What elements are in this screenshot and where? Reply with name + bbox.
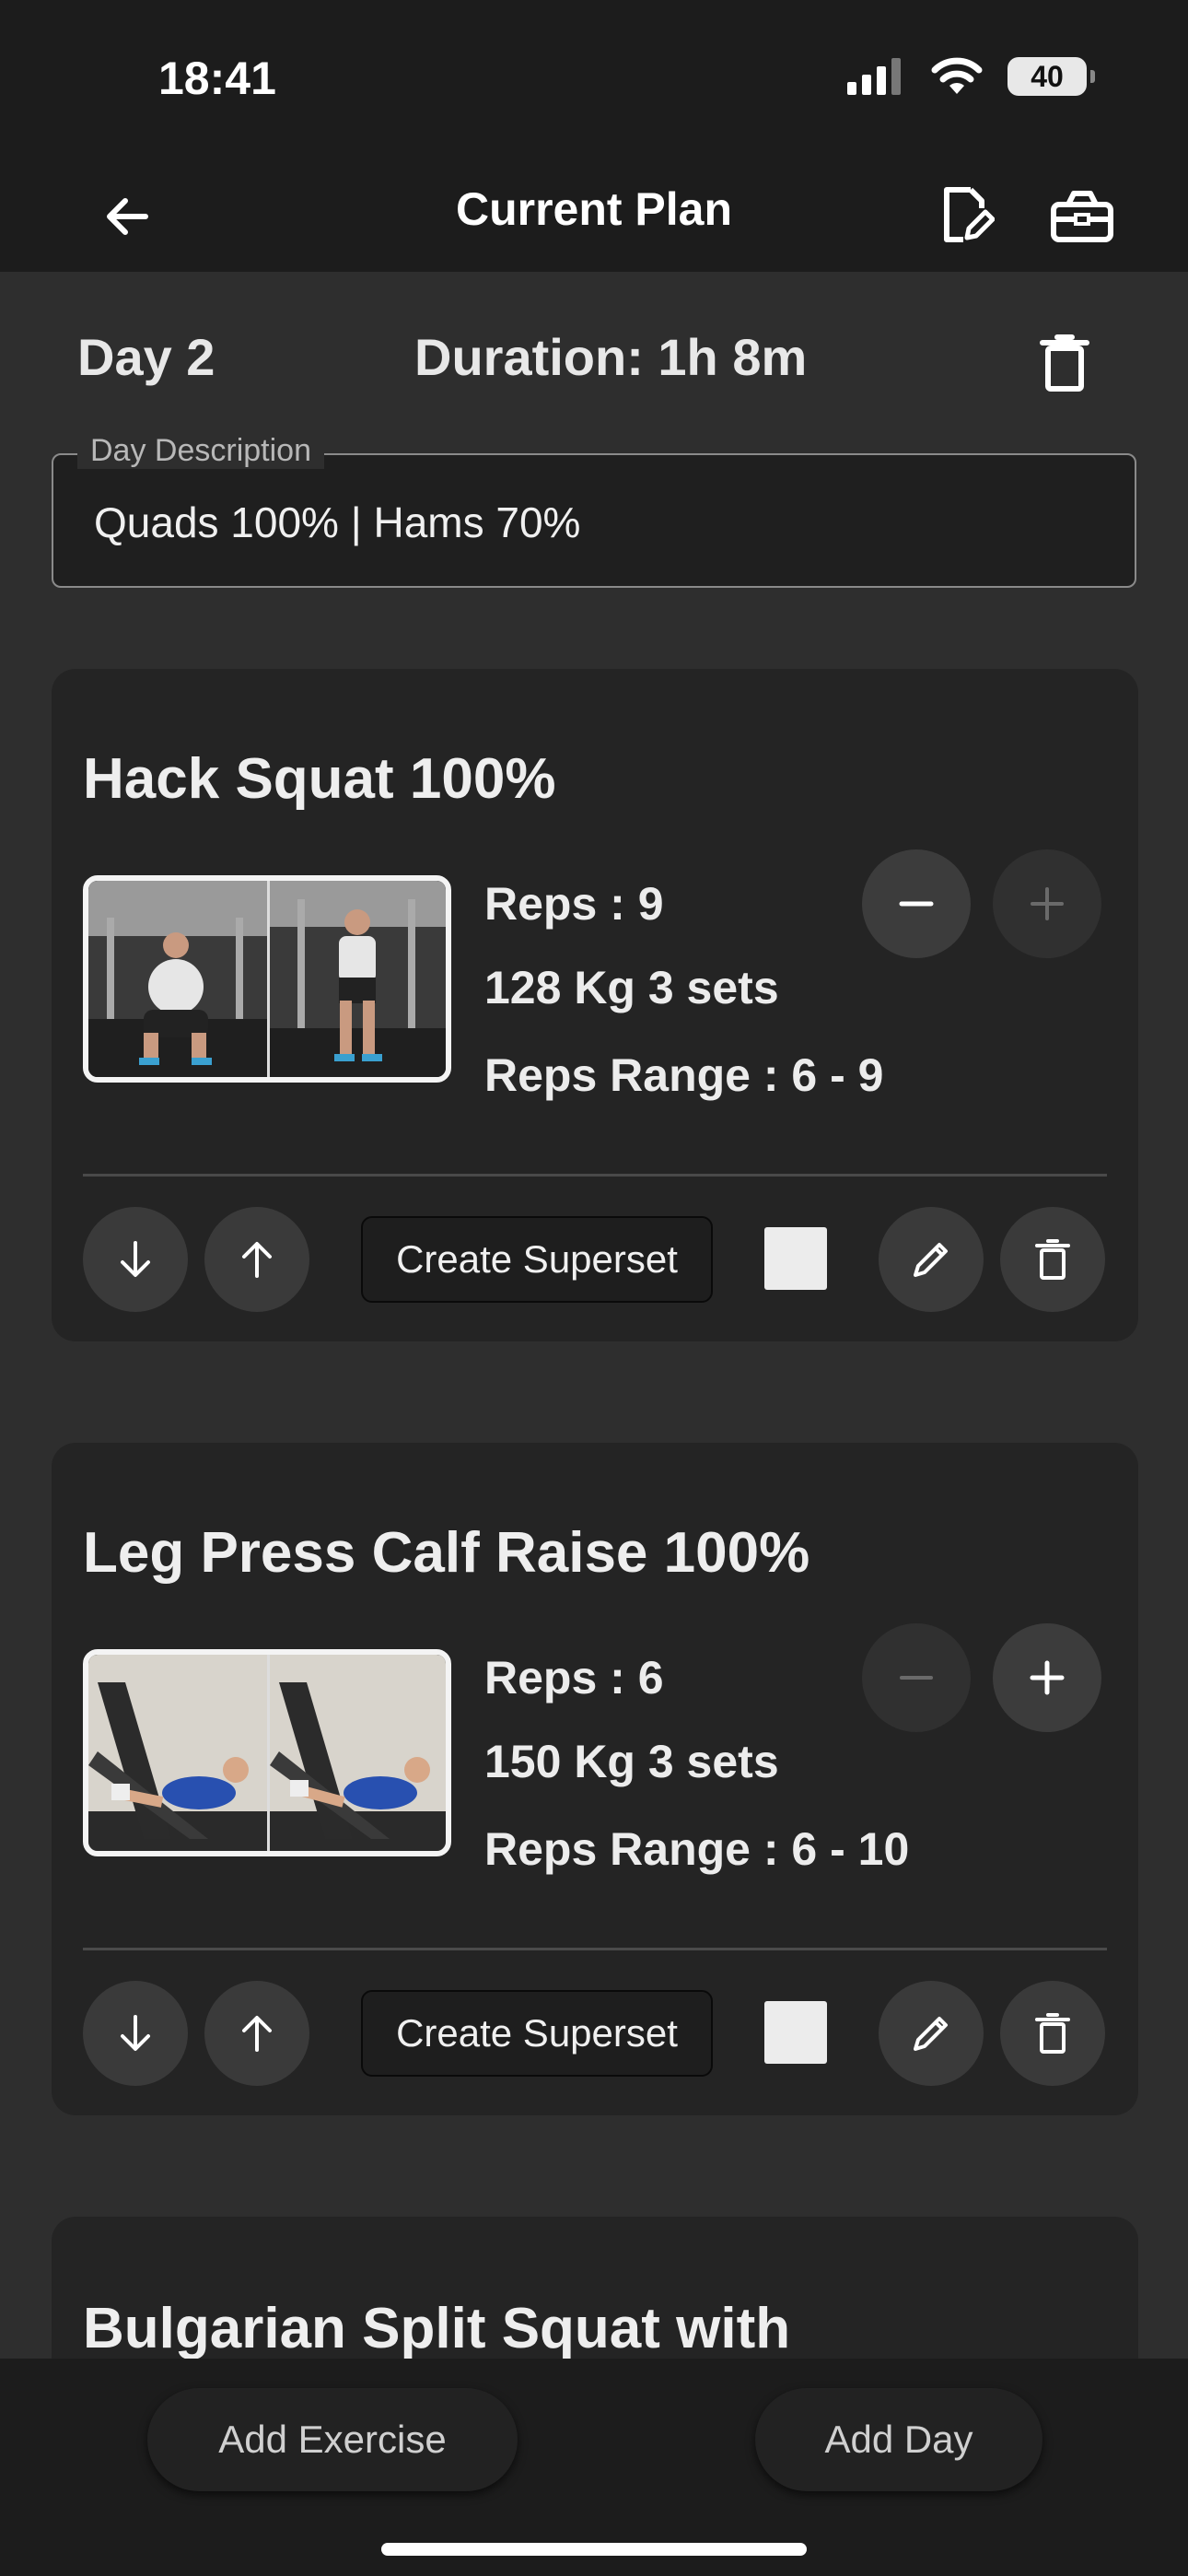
- exercise-image-end: [267, 1655, 446, 1851]
- exercise-title: Hack Squat 100%: [83, 747, 556, 811]
- edit-exercise-button[interactable]: [879, 1207, 984, 1312]
- arrow-up-icon: [242, 1242, 272, 1278]
- card-divider: [83, 1948, 1107, 1950]
- battery-indicator: 40: [1007, 57, 1095, 96]
- decrease-reps-button[interactable]: [862, 849, 971, 958]
- signal-icon: [847, 58, 901, 95]
- day-description-value[interactable]: Quads 100% | Hams 70%: [94, 498, 580, 547]
- home-indicator: [381, 2543, 807, 2556]
- plus-icon: [1031, 887, 1064, 920]
- exercise-reps-range: Reps Range : 6 - 9: [484, 1049, 884, 1101]
- day-duration: Duration: 1h 8m: [414, 328, 808, 386]
- status-icons: 40: [847, 57, 1095, 96]
- trash-icon: [1035, 2013, 1070, 2054]
- edit-exercise-button[interactable]: [879, 1981, 984, 2086]
- create-superset-button[interactable]: Create Superset: [361, 1216, 713, 1303]
- move-up-button[interactable]: [204, 1981, 309, 2086]
- add-exercise-button[interactable]: Add Exercise: [147, 2388, 518, 2491]
- exercise-card: Leg Press Calf Raise 100% Reps: 6 150 K…: [52, 1443, 1138, 2115]
- exercise-thumbnail[interactable]: [83, 875, 451, 1083]
- exercise-reps: Reps : 9: [484, 878, 664, 930]
- exercise-weight-sets: 128 Kg 3 sets: [484, 962, 779, 1013]
- exercise-title: Bulgarian Split Squat with: [83, 2297, 791, 2360]
- page-title: Current Plan: [455, 183, 733, 235]
- move-down-button[interactable]: [83, 1981, 188, 2086]
- trash-icon: [1035, 1239, 1070, 1280]
- exercise-image-end: [267, 881, 446, 1077]
- minus-icon: [899, 901, 934, 907]
- card-divider: [83, 1174, 1107, 1177]
- delete-exercise-button[interactable]: [1000, 1207, 1105, 1312]
- pencil-icon: [914, 2017, 948, 2051]
- arrow-down-icon: [121, 1241, 150, 1277]
- move-up-button[interactable]: [204, 1207, 309, 1312]
- wifi-icon: [931, 57, 983, 94]
- edit-document-icon[interactable]: [939, 184, 995, 245]
- top-bar: 18:41 40 Current Plan: [0, 0, 1188, 272]
- status-time: 18:41: [158, 53, 276, 104]
- create-superset-button[interactable]: Create Superset: [361, 1990, 713, 2077]
- increase-reps-button[interactable]: [993, 1623, 1101, 1732]
- exercise-title: Leg Press Calf Raise 100%: [83, 1521, 810, 1585]
- minus-icon: [900, 1676, 933, 1680]
- exercise-image-start: [88, 881, 267, 1077]
- arrow-down-icon: [121, 2015, 150, 2051]
- exercise-reps: Reps : 6: [484, 1652, 664, 1704]
- superset-checkbox[interactable]: [764, 1227, 827, 1290]
- increase-reps-button[interactable]: [993, 849, 1101, 958]
- exercise-reps-range: Reps Range : 6 - 10: [484, 1823, 910, 1875]
- toolbox-icon[interactable]: [1050, 188, 1114, 243]
- delete-exercise-button[interactable]: [1000, 1981, 1105, 2086]
- exercise-image-start: [88, 1655, 267, 1851]
- decrease-reps-button[interactable]: [862, 1623, 971, 1732]
- add-day-button[interactable]: Add Day: [755, 2388, 1042, 2491]
- pencil-icon: [914, 1243, 948, 1277]
- exercise-weight-sets: 150 Kg 3 sets: [484, 1736, 779, 1787]
- delete-day-trash-icon[interactable]: [1039, 334, 1090, 392]
- day-label: Day 2: [77, 328, 215, 386]
- day-description-label: Day Description: [77, 433, 324, 469]
- exercise-card: Hack Squat 100% Reps: 9 128 Kg 3 sets R…: [52, 669, 1138, 1341]
- arrow-up-icon: [242, 2016, 272, 2052]
- plus-icon: [1030, 1660, 1065, 1695]
- superset-checkbox[interactable]: [764, 2001, 827, 2064]
- exercise-thumbnail[interactable]: [83, 1649, 451, 1856]
- move-down-button[interactable]: [83, 1207, 188, 1312]
